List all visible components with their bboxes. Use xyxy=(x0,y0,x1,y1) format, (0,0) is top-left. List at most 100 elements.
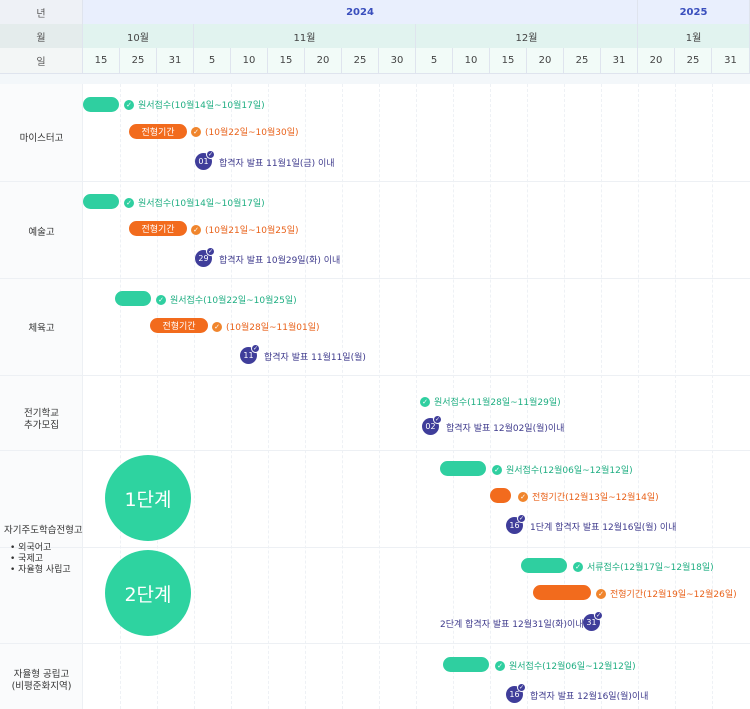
day-cell: 31 xyxy=(712,48,750,74)
early-label-line1: 전기학교 xyxy=(24,408,59,419)
public-label-line2: (비평준화지역) xyxy=(11,681,72,692)
stage1-screen-annotation: ✓ 전형기간(12월13일~12월14일) xyxy=(518,490,659,503)
row-label-meister: 마이스터고 xyxy=(19,133,64,144)
stage2-docs-annotation: ✓ 서류접수(12월17일~12월18일) xyxy=(573,560,714,573)
day-cell: 5 xyxy=(416,48,453,74)
public-apply-text: 원서접수(12월06일~12월12일) xyxy=(509,662,636,672)
sports-apply-annotation: ✓ 원서접수(10월22일~10월25일) xyxy=(156,293,297,306)
stage1-apply-bar xyxy=(440,461,486,476)
day-cell: 25 xyxy=(120,48,157,74)
row-label-public: 자율형 공립고 (비평준화지역) xyxy=(0,669,83,693)
day-cell: 20 xyxy=(638,48,675,74)
check-icon: ✓ xyxy=(206,247,215,256)
check-icon: ✓ xyxy=(206,150,215,159)
check-icon: ✓ xyxy=(251,344,260,353)
stage2-docs-text: 서류접수(12월17일~12월18일) xyxy=(587,563,714,573)
check-circle-icon: ✓ xyxy=(212,321,222,332)
sports-apply-bar xyxy=(115,291,151,306)
stage1-screen-text: 전형기간(12월13일~12월14일) xyxy=(532,493,659,503)
early-label-line2: 추가모집 xyxy=(24,420,59,431)
check-circle-icon: ✓ xyxy=(420,396,430,407)
check-circle-icon: ✓ xyxy=(191,224,201,235)
public-result-text: 합격자 발표 12월16일(월)이내 xyxy=(530,692,649,702)
arts-badge-number: 29 xyxy=(198,254,209,263)
sports-result-date-badge: 11 ✓ xyxy=(240,344,260,364)
month-dec: 12월 xyxy=(416,24,638,48)
meister-badge-number: 01 xyxy=(198,157,209,166)
meister-apply-text: 원서접수(10월14일~10월17일) xyxy=(138,101,265,111)
public-result-date-badge: 16 ✓ xyxy=(506,683,526,703)
stage1-badge-number: 16 xyxy=(509,521,520,530)
meister-screen-bar: 전형기간 xyxy=(129,124,187,139)
admission-schedule: 년 월 일 2024 2025 10월 11월 12월 1월 15 25 31 … xyxy=(0,0,750,709)
sports-result-text: 합격자 발표 11월11일(월) xyxy=(264,353,366,363)
stage2-docs-bar xyxy=(521,558,567,573)
early-badge-number: 02 xyxy=(425,422,436,431)
row-label-self-directed: 자기주도학습전형고 xyxy=(4,525,83,536)
check-circle-icon: ✓ xyxy=(124,99,134,110)
meister-screen-annotation: ✓ (10월22일~10월30일) xyxy=(191,125,299,138)
arts-result-date-badge: 29 ✓ xyxy=(195,247,215,267)
public-apply-bar xyxy=(443,657,489,672)
year-2024: 2024 xyxy=(83,0,638,24)
day-cell: 15 xyxy=(268,48,305,74)
stage1-result-text: 1단계 합격자 발표 12월16일(월) 이내 xyxy=(530,523,677,533)
stage2-screen-text: 전형기간(12월19일~12월26일) xyxy=(610,590,737,600)
stage1-apply-text: 원서접수(12월06일~12월12일) xyxy=(506,466,633,476)
day-cell: 25 xyxy=(564,48,601,74)
arts-apply-text: 원서접수(10월14일~10월17일) xyxy=(138,199,265,209)
stage2-result-date-badge: 31 ✓ xyxy=(583,611,603,631)
row-label-sports: 체육고 xyxy=(28,323,55,334)
day-cell: 20 xyxy=(527,48,564,74)
day-cell: 10 xyxy=(453,48,490,74)
stage2-result-text: 2단계 합격자 발표 12월31일(화)이내 xyxy=(440,620,584,630)
header-spacer xyxy=(0,74,750,84)
arts-apply-annotation: ✓ 원서접수(10월14일~10월17일) xyxy=(124,196,265,209)
day-cell: 10 xyxy=(231,48,268,74)
meister-result-date-badge: 01 ✓ xyxy=(195,150,215,170)
section-divider xyxy=(0,376,750,451)
stage2-screen-annotation: ✓ 전형기간(12월19일~12월26일) xyxy=(596,587,737,600)
stage-2-circle: 2단계 xyxy=(105,550,191,636)
check-circle-icon: ✓ xyxy=(596,588,606,599)
stage1-result-date-badge: 16 ✓ xyxy=(506,514,526,534)
list-item: 국제고 xyxy=(10,554,71,565)
month-nov: 11월 xyxy=(194,24,416,48)
arts-screen-bar: 전형기간 xyxy=(129,221,187,236)
day-cell: 5 xyxy=(194,48,231,74)
day-cell: 15 xyxy=(490,48,527,74)
list-item: 외국어고 xyxy=(10,543,71,554)
check-circle-icon: ✓ xyxy=(492,464,502,475)
stage-1-circle: 1단계 xyxy=(105,455,191,541)
month-row-label: 월 xyxy=(0,24,83,48)
stage1-screen-bar xyxy=(490,488,511,503)
check-icon: ✓ xyxy=(517,514,526,523)
meister-result-text: 합격자 발표 11월1일(금) 이내 xyxy=(219,159,335,169)
year-2025: 2025 xyxy=(638,0,750,24)
check-circle-icon: ✓ xyxy=(191,126,201,137)
sports-apply-text: 원서접수(10월22일~10월25일) xyxy=(170,296,297,306)
self-directed-school-list: 외국어고 국제고 자율형 사립고 xyxy=(10,543,71,576)
stage2-badge-number: 31 xyxy=(586,618,597,627)
day-cell: 15 xyxy=(83,48,120,74)
sports-screen-bar: 전형기간 xyxy=(150,318,208,333)
arts-screen-text: (10월21일~10월25일) xyxy=(205,226,299,236)
meister-apply-bar xyxy=(83,97,119,112)
public-apply-annotation: ✓ 원서접수(12월06일~12월12일) xyxy=(495,659,636,672)
day-cell: 20 xyxy=(305,48,342,74)
sports-badge-number: 11 xyxy=(243,351,254,360)
early-apply-text: 원서접수(11월28일~11월29일) xyxy=(434,398,561,408)
stage2-screen-bar xyxy=(533,585,591,600)
check-icon: ✓ xyxy=(433,415,442,424)
sports-screen-annotation: ✓ (10월28일~11월01일) xyxy=(212,320,320,333)
meister-apply-annotation: ✓ 원서접수(10월14일~10월17일) xyxy=(124,98,265,111)
check-circle-icon: ✓ xyxy=(573,561,583,572)
year-row-label: 년 xyxy=(0,0,83,24)
list-item: 자율형 사립고 xyxy=(10,565,71,576)
check-icon: ✓ xyxy=(517,683,526,692)
section-divider xyxy=(0,279,750,376)
day-cell: 30 xyxy=(379,48,416,74)
arts-apply-bar xyxy=(83,194,119,209)
arts-result-text: 합격자 발표 10월29일(화) 이내 xyxy=(219,256,341,266)
month-jan: 1월 xyxy=(638,24,750,48)
